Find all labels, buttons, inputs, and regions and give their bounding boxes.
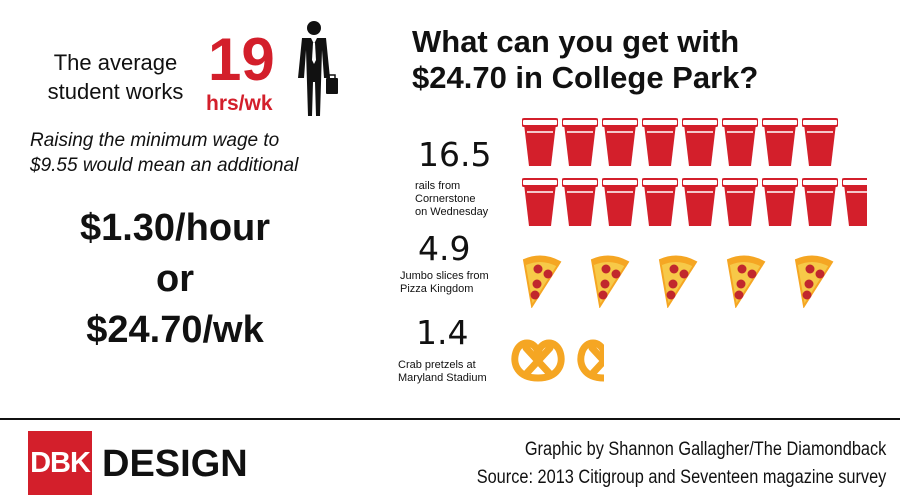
pretzel-icon bbox=[577, 339, 604, 382]
footer-divider bbox=[0, 418, 900, 420]
pizza-slice-icon bbox=[658, 255, 698, 308]
red-cup-icon bbox=[562, 178, 598, 226]
pretzel-value: 1.4 bbox=[416, 313, 469, 352]
pizza-slice-icon bbox=[794, 255, 834, 308]
rails-label-line: rails from bbox=[415, 180, 461, 192]
intro-text: The average student works bbox=[28, 48, 203, 106]
rails-label-line: Cornerstone bbox=[415, 193, 476, 205]
page-title: What can you get with $24.70 in College … bbox=[412, 24, 882, 96]
red-cup-icon bbox=[802, 118, 838, 166]
title-line-2: $24.70 in College Park? bbox=[412, 60, 759, 95]
rails-value: 16.5 bbox=[418, 135, 492, 174]
raise-line-1: Raising the minimum wage to bbox=[30, 130, 280, 151]
cup-row bbox=[522, 178, 867, 230]
dbk-logo-text: DBK bbox=[30, 447, 91, 479]
pretzel-icon bbox=[511, 339, 565, 382]
red-cup-icon bbox=[522, 118, 558, 166]
pizza-slice-icon bbox=[522, 255, 562, 308]
red-cup-icon bbox=[642, 178, 678, 226]
amount-hourly: $1.30/hour bbox=[79, 207, 271, 249]
credits: Graphic by Shannon Gallagher/The Diamond… bbox=[476, 436, 886, 492]
intro-line-1: The average bbox=[53, 50, 178, 75]
red-cup-icon bbox=[562, 118, 598, 166]
amount-or: or bbox=[156, 258, 194, 300]
raise-description: Raising the minimum wage to $9.55 would … bbox=[30, 128, 360, 178]
pizza-slice-icon bbox=[590, 255, 630, 308]
section-name: DESIGN bbox=[102, 443, 248, 485]
intro-line-2: student works bbox=[47, 79, 184, 104]
red-cup-icon bbox=[722, 118, 758, 166]
pretzel-label: Crab pretzels at Maryland Stadium bbox=[398, 359, 518, 385]
red-cup-icon bbox=[842, 178, 867, 226]
rails-label: rails from Cornerstone on Wednesday bbox=[415, 180, 525, 219]
red-cup-icon bbox=[602, 178, 638, 226]
pizza-label-line: Pizza Kingdom bbox=[400, 283, 474, 295]
pretzel-row bbox=[508, 330, 604, 386]
raise-line-2: $9.55 would mean an additional bbox=[30, 155, 299, 176]
hours-value: 19 bbox=[208, 26, 275, 93]
red-cup-icon bbox=[802, 178, 838, 226]
amount-weekly: $24.70/wk bbox=[86, 309, 264, 351]
red-cup-icon bbox=[762, 178, 798, 226]
credit-line: Graphic by Shannon Gallagher/The Diamond… bbox=[524, 439, 886, 460]
red-cup-icon bbox=[642, 118, 678, 166]
red-cup-icon bbox=[682, 178, 718, 226]
pizza-value: 4.9 bbox=[418, 229, 471, 268]
pizza-row bbox=[518, 252, 878, 310]
source-line: Source: 2013 Citigroup and Seventeen mag… bbox=[476, 467, 886, 488]
cup-row bbox=[522, 118, 867, 170]
businessman-icon bbox=[298, 21, 338, 116]
red-cup-icon bbox=[522, 178, 558, 226]
title-line-1: What can you get with bbox=[412, 24, 740, 59]
red-cup-icon bbox=[762, 118, 798, 166]
red-cup-icon bbox=[682, 118, 718, 166]
pizza-slice-icon bbox=[726, 255, 766, 308]
pretzel-label-line: Maryland Stadium bbox=[398, 372, 487, 384]
pizza-label: Jumbo slices from Pizza Kingdom bbox=[400, 270, 510, 296]
pretzel-label-line: Crab pretzels at bbox=[398, 359, 476, 371]
pizza-label-line: Jumbo slices from bbox=[400, 270, 489, 282]
hours-unit: hrs/wk bbox=[206, 92, 273, 115]
rails-label-line: on Wednesday bbox=[415, 206, 489, 218]
red-cup-icon bbox=[602, 118, 638, 166]
red-cup-icon bbox=[722, 178, 758, 226]
raise-amount: $1.30/hour or $24.70/wk bbox=[20, 203, 330, 356]
